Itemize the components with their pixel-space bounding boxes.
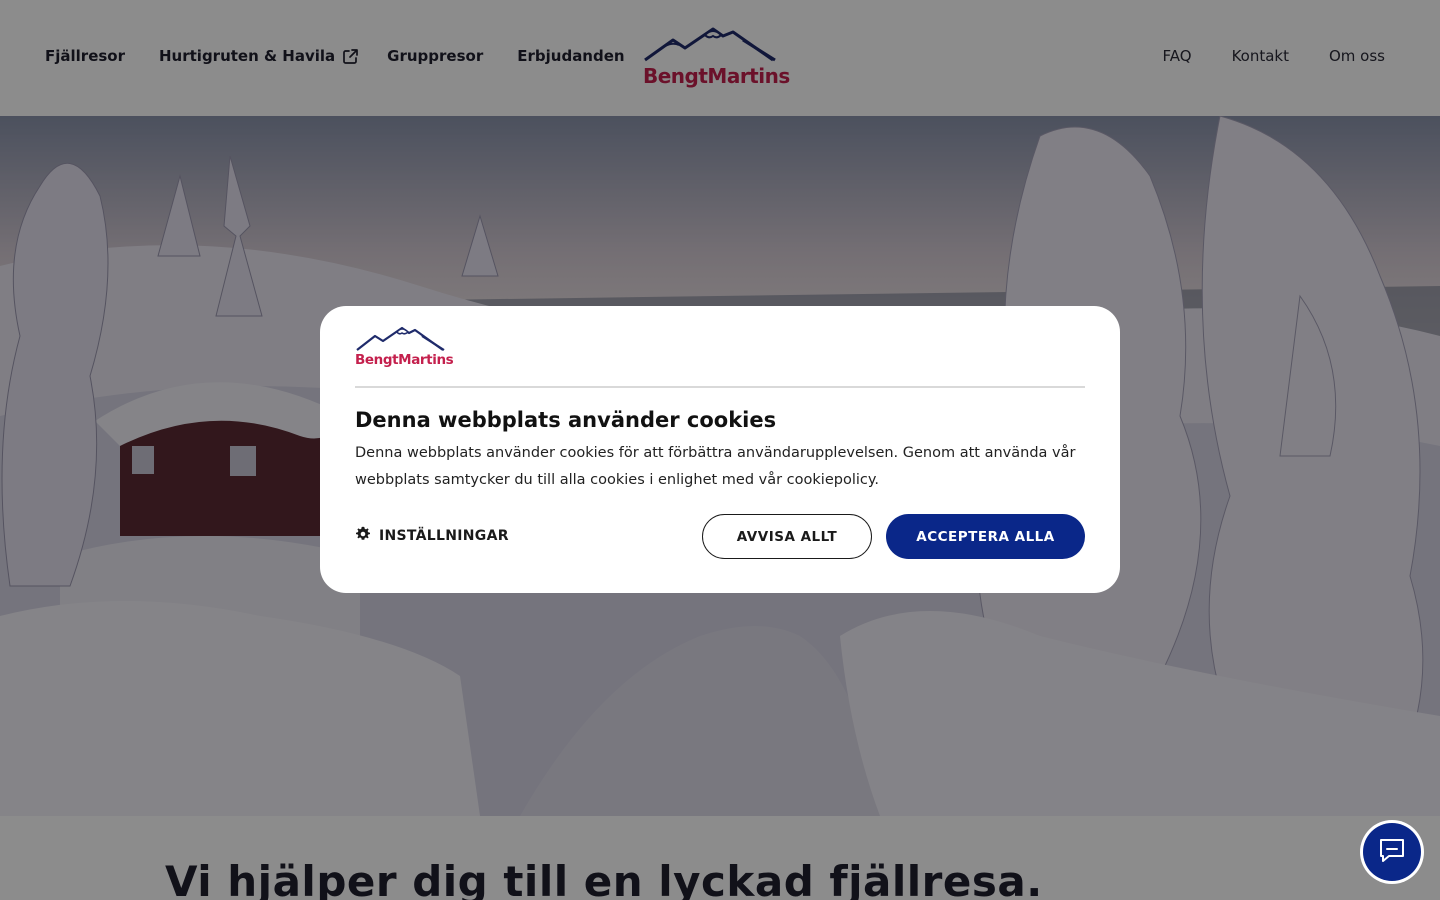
accept-all-button[interactable]: ACCEPTERA ALLA xyxy=(886,514,1085,559)
cookie-dialog-text: Denna webbplats använder cookies för att… xyxy=(355,445,1076,488)
divider xyxy=(355,386,1085,388)
mountain-logo-icon xyxy=(356,326,445,351)
logo-wordmark: BengtMartins xyxy=(355,352,454,368)
reject-all-button[interactable]: AVVISA ALLT xyxy=(702,514,872,559)
cookie-consent-dialog: BengtMartins Denna webbplats använder co… xyxy=(320,306,1120,593)
gear-icon xyxy=(355,526,371,546)
chat-launcher-button[interactable] xyxy=(1360,820,1424,884)
chat-launcher-inner xyxy=(1363,823,1421,881)
cookie-settings-button[interactable]: INSTÄLLNINGAR xyxy=(355,526,509,546)
cookie-settings-label: INSTÄLLNINGAR xyxy=(379,528,509,544)
cookie-dialog-logo: BengtMartins xyxy=(355,326,459,372)
chat-bubble-icon xyxy=(1377,835,1407,869)
cookie-dialog-title: Denna webbplats använder cookies xyxy=(355,408,777,432)
